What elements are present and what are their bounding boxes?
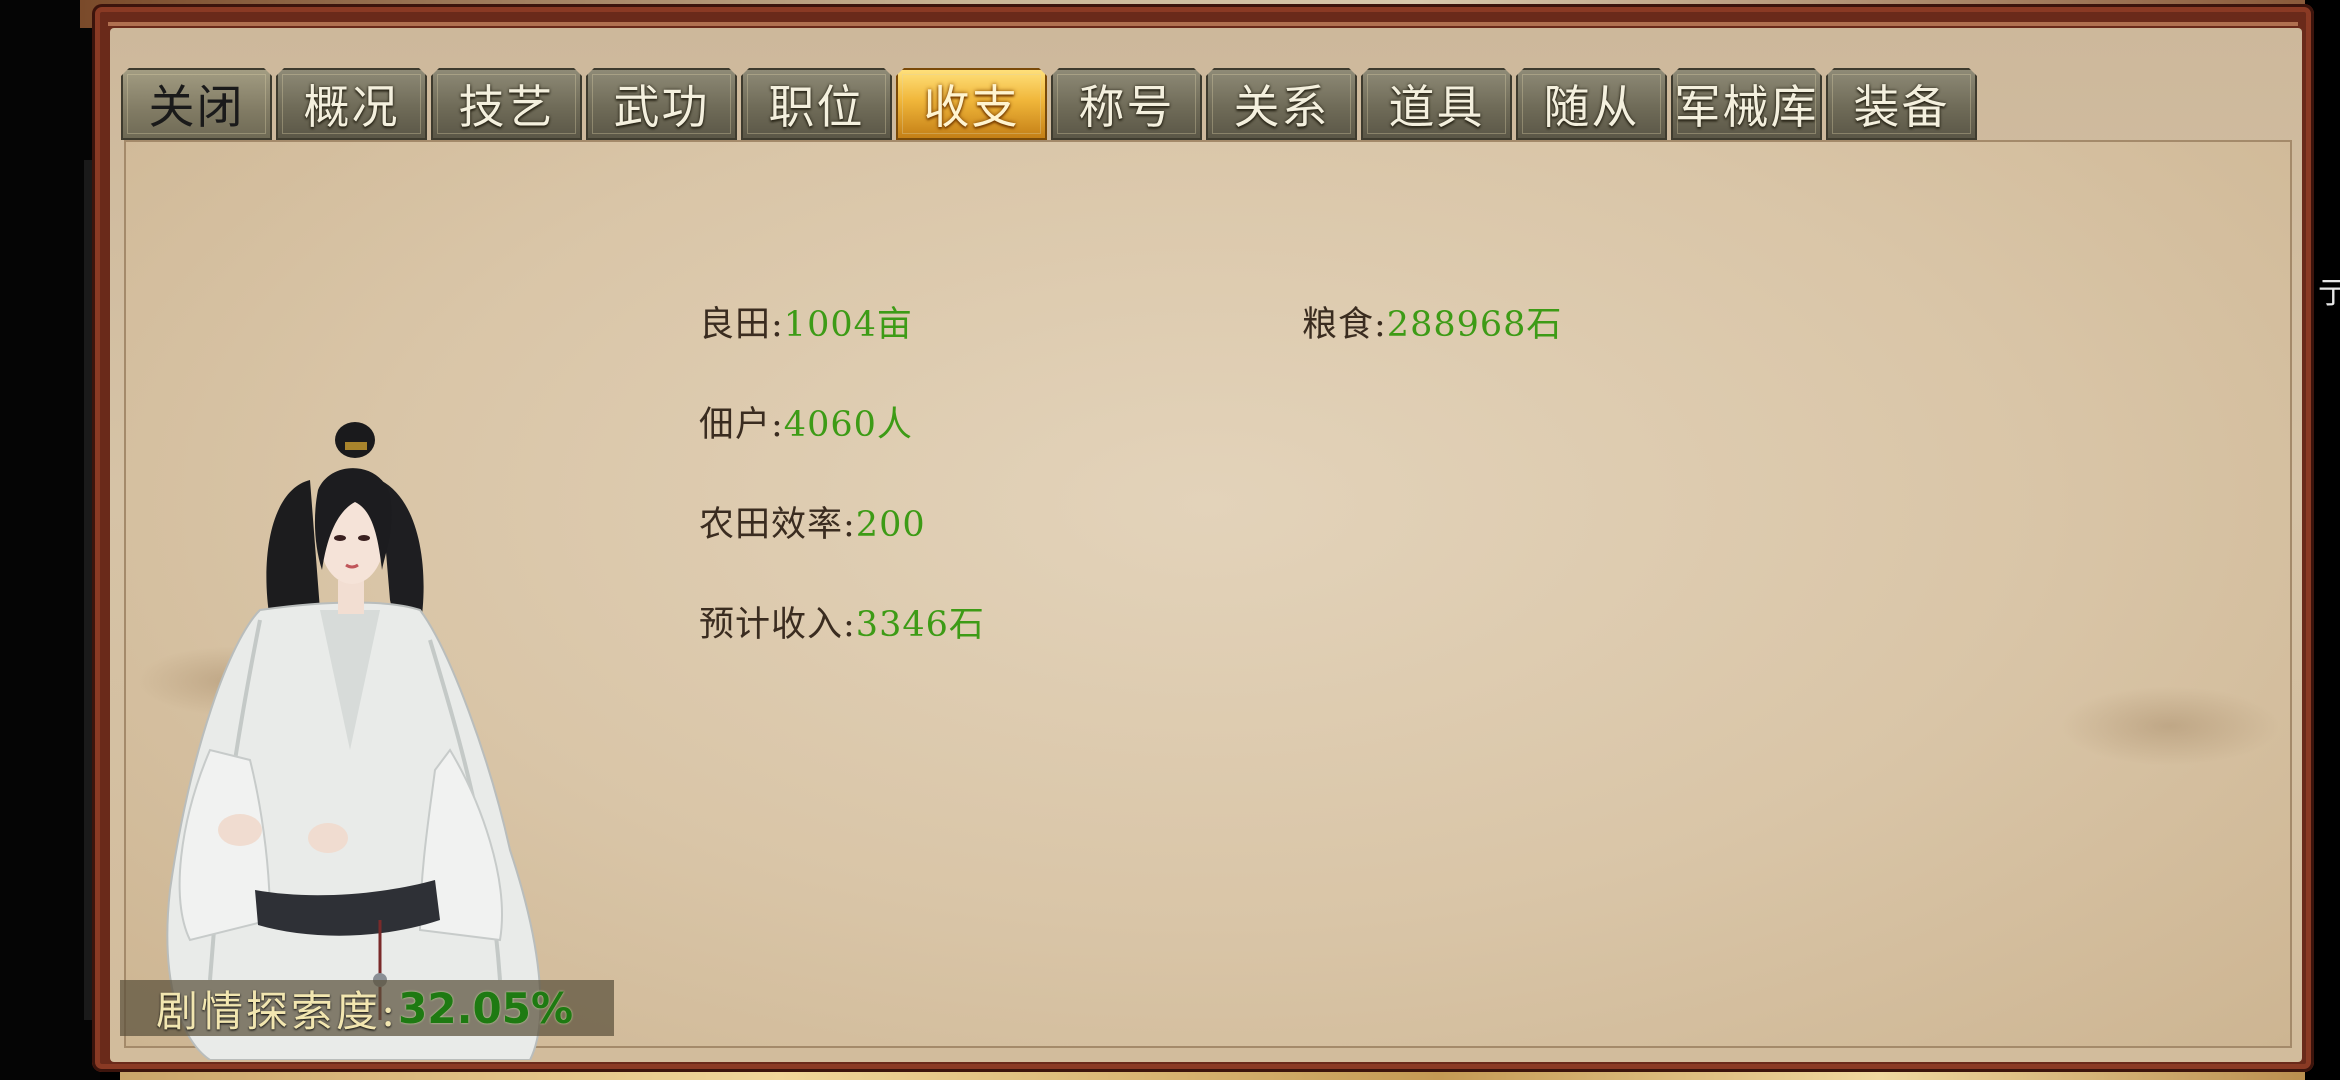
tab-label: 职位	[768, 80, 865, 134]
stat-grain: 粮食:288968石	[1302, 296, 1562, 347]
tab-items[interactable]: 道具	[1361, 68, 1512, 140]
tab-close[interactable]: 关闭	[121, 68, 272, 140]
tab-titles[interactable]: 称号	[1051, 68, 1202, 140]
tab-label: 道具	[1388, 80, 1485, 134]
story-progress-bar: 剧情探索度: 32.05%	[120, 980, 614, 1036]
stat-label: 预计收入:	[699, 605, 856, 645]
tab-relations[interactable]: 关系	[1206, 68, 1357, 140]
stat-value: 4060人	[783, 405, 913, 445]
tab-label: 技艺	[458, 80, 555, 134]
character-portrait	[166, 422, 542, 1060]
right-hand	[308, 823, 348, 853]
tab-bar: 关闭 概况 技艺 武功 职位 收支 称号 关系 道具 随从 军械库 装备	[121, 68, 1977, 142]
eye-left	[334, 535, 346, 541]
stat-label: 良田:	[699, 305, 784, 345]
tab-martial-arts[interactable]: 武功	[586, 68, 737, 140]
tab-label: 随从	[1543, 80, 1640, 134]
tab-position[interactable]: 职位	[741, 68, 892, 140]
eye-right	[358, 535, 370, 541]
tab-label: 关系	[1233, 80, 1330, 134]
stat-farmland: 良田:1004亩	[699, 296, 913, 347]
stat-label: 农田效率:	[699, 505, 856, 545]
story-progress-label: 剧情探索度:	[156, 986, 399, 1036]
frame-top-trim	[108, 22, 2298, 26]
cloud-ornament-right	[2060, 686, 2280, 766]
tab-label: 称号	[1078, 80, 1175, 134]
stat-expected-income: 预计收入:3346石	[699, 596, 985, 647]
stat-value: 288968石	[1386, 305, 1563, 345]
tab-income-expense[interactable]: 收支	[896, 68, 1047, 140]
left-hand	[218, 814, 262, 846]
stat-value: 1004亩	[783, 305, 913, 345]
tab-label: 军械库	[1674, 80, 1819, 134]
story-progress-value: 32.05%	[398, 983, 574, 1033]
tab-followers[interactable]: 随从	[1516, 68, 1667, 140]
tab-label: 武功	[613, 80, 710, 134]
neck	[338, 580, 364, 614]
stat-label: 佃户:	[699, 405, 784, 445]
tab-armory[interactable]: 军械库	[1671, 68, 1822, 140]
stat-label: 粮食:	[1302, 305, 1387, 345]
stat-value: 200	[855, 505, 926, 545]
right-edge-text-fragment: 亍	[2318, 276, 2340, 311]
tab-equipment[interactable]: 装备	[1826, 68, 1977, 140]
hairpin	[345, 442, 367, 450]
tab-label: 装备	[1853, 80, 1950, 134]
tab-label: 关闭	[148, 80, 245, 134]
tab-label: 收支	[923, 80, 1020, 134]
stat-value: 3346石	[855, 605, 985, 645]
tab-label: 概况	[303, 80, 400, 134]
topknot	[335, 422, 375, 458]
tab-skills[interactable]: 技艺	[431, 68, 582, 140]
stat-farm-efficiency: 农田效率:200	[699, 496, 926, 547]
tab-overview[interactable]: 概况	[276, 68, 427, 140]
stat-tenants: 佃户:4060人	[699, 396, 913, 447]
